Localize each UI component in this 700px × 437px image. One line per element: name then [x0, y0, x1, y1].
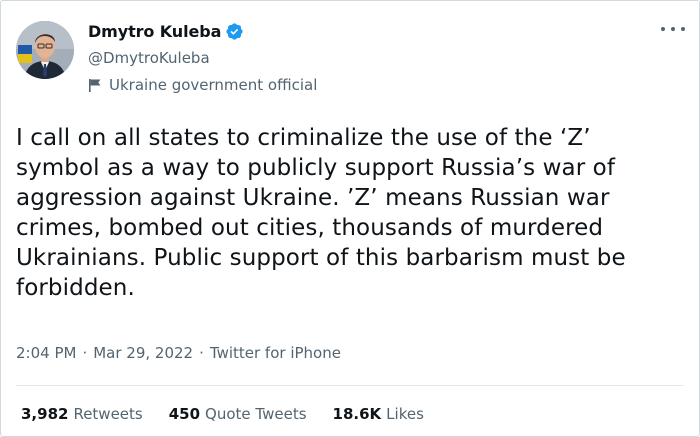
quote-tweets-stat[interactable]: 450 Quote Tweets — [169, 405, 307, 423]
quote-tweets-count: 450 — [168, 405, 201, 423]
tweet-source[interactable]: Twitter for iPhone — [210, 344, 341, 362]
tweet-meta: 2:04 PM · Mar 29, 2022 · Twitter for iPh… — [16, 344, 341, 362]
retweets-stat[interactable]: 3,982 Retweets — [21, 405, 143, 423]
tweet-stats: 3,982 Retweets 450 Quote Tweets 18.6K Li… — [21, 405, 450, 423]
divider — [16, 385, 684, 386]
retweets-count: 3,982 — [21, 405, 69, 423]
flag-icon — [88, 78, 102, 93]
author-name-row: Dmytro Kuleba — [88, 22, 244, 41]
meta-separator: · — [199, 344, 204, 362]
likes-stat[interactable]: 18.6K Likes — [333, 405, 424, 423]
author-handle[interactable]: @DmytroKuleba — [88, 49, 210, 67]
likes-count: 18.6K — [332, 405, 382, 423]
tweet-text: I call on all states to criminalize the … — [16, 125, 626, 301]
author-name[interactable]: Dmytro Kuleba — [88, 22, 221, 41]
more-dots-icon[interactable] — [661, 19, 685, 39]
avatar[interactable] — [16, 21, 74, 79]
gov-label-row: Ukraine government official — [88, 76, 317, 94]
verified-badge-icon — [225, 22, 244, 41]
tweet-time[interactable]: 2:04 PM — [16, 344, 76, 362]
quote-tweets-label: Quote Tweets — [205, 405, 307, 423]
retweets-label: Retweets — [73, 405, 143, 423]
tweet-card: Dmytro Kuleba @DmytroKuleba Ukraine gove… — [0, 0, 700, 437]
meta-separator: · — [82, 344, 88, 362]
tweet-date[interactable]: Mar 29, 2022 — [93, 344, 193, 362]
gov-label[interactable]: Ukraine government official — [109, 76, 317, 94]
likes-label: Likes — [386, 405, 424, 423]
